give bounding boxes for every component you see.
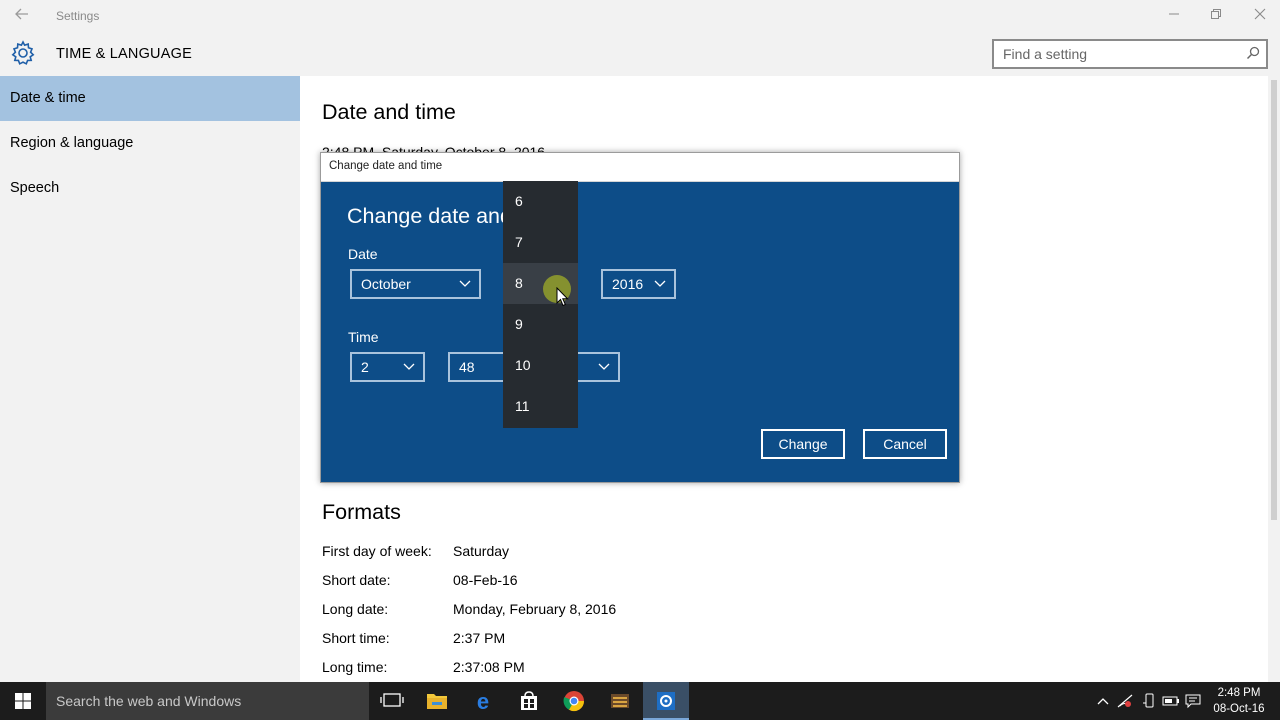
day-option[interactable]: 11 bbox=[503, 386, 578, 427]
action-center-icon[interactable] bbox=[1184, 693, 1202, 709]
format-value: 2:37:08 PM bbox=[453, 659, 525, 675]
search-input[interactable] bbox=[994, 41, 1234, 67]
day-option[interactable]: 10 bbox=[503, 345, 578, 386]
chevron-down-icon bbox=[598, 363, 610, 370]
edge-icon[interactable]: e bbox=[460, 682, 506, 720]
sidebar-item-region-language[interactable]: Region & language bbox=[0, 121, 300, 166]
format-label: Long time: bbox=[322, 659, 388, 675]
battery-icon[interactable] bbox=[1162, 693, 1180, 709]
window-title: Settings bbox=[56, 9, 100, 23]
device-icon[interactable] bbox=[1140, 693, 1158, 709]
hour-select[interactable]: 2 bbox=[350, 352, 425, 382]
day-option[interactable]: 7 bbox=[503, 222, 578, 263]
taskbar-clock[interactable]: 2:48 PM 08-Oct-16 bbox=[1210, 685, 1268, 717]
main-scrollbar[interactable] bbox=[1268, 76, 1280, 682]
cancel-button[interactable]: Cancel bbox=[863, 429, 947, 459]
title-bar: Settings bbox=[0, 0, 1280, 32]
clock-date: 08-Oct-16 bbox=[1213, 703, 1265, 715]
app-icon[interactable] bbox=[597, 682, 643, 720]
format-value: Monday, February 8, 2016 bbox=[453, 601, 617, 617]
find-setting-search[interactable] bbox=[992, 39, 1268, 69]
year-select[interactable]: 2016 bbox=[601, 269, 676, 299]
chevron-down-icon bbox=[654, 280, 666, 287]
taskbar: Search the web and Windows e 2:48 PM 08-… bbox=[0, 682, 1280, 720]
gear-icon bbox=[10, 40, 36, 66]
dialog-title-bar: Change date and time bbox=[321, 153, 959, 182]
change-button[interactable]: Change bbox=[761, 429, 845, 459]
page-section-title: TIME & LANGUAGE bbox=[56, 46, 192, 62]
svg-text:e: e bbox=[477, 689, 489, 714]
file-explorer-icon[interactable] bbox=[414, 682, 460, 720]
dialog-body: Change date and time Date October 2016 T… bbox=[321, 182, 959, 482]
format-value: 2:37 PM bbox=[453, 630, 506, 646]
page-title: Date and time bbox=[322, 100, 456, 124]
scroll-thumb[interactable] bbox=[1271, 80, 1277, 520]
task-view-icon[interactable] bbox=[369, 682, 415, 720]
year-value: 2016 bbox=[612, 276, 644, 292]
restore-icon[interactable] bbox=[1196, 4, 1236, 28]
time-label: Time bbox=[348, 329, 379, 345]
clock-time: 2:48 PM bbox=[1217, 687, 1261, 699]
chevron-up-icon[interactable] bbox=[1094, 693, 1112, 709]
network-icon[interactable] bbox=[1116, 693, 1134, 709]
dialog-title: Change date and time bbox=[329, 160, 443, 172]
sidebar-item-speech[interactable]: Speech bbox=[0, 166, 300, 211]
format-label: First day of week: bbox=[322, 543, 432, 559]
store-icon[interactable] bbox=[506, 682, 552, 720]
chevron-down-icon bbox=[403, 363, 415, 370]
formats-heading: Formats bbox=[322, 500, 401, 524]
format-label: Short time: bbox=[322, 630, 390, 646]
format-value: Saturday bbox=[453, 543, 510, 559]
search-icon[interactable] bbox=[1246, 46, 1260, 60]
hour-value: 2 bbox=[361, 359, 369, 375]
settings-header: TIME & LANGUAGE bbox=[0, 32, 1280, 76]
change-date-time-dialog: Change date and time Change date and tim… bbox=[320, 152, 960, 483]
sidebar-item-date-time[interactable]: Date & time bbox=[0, 76, 300, 121]
day-option[interactable]: 6 bbox=[503, 181, 578, 222]
month-select[interactable]: October bbox=[350, 269, 481, 299]
windows-logo-icon bbox=[15, 693, 31, 709]
chevron-down-icon bbox=[459, 280, 471, 287]
back-arrow-icon[interactable] bbox=[8, 4, 36, 28]
taskbar-search-box[interactable]: Search the web and Windows bbox=[46, 682, 369, 720]
minimize-icon[interactable] bbox=[1154, 4, 1194, 28]
format-label: Long date: bbox=[322, 601, 389, 617]
mouse-cursor-icon bbox=[556, 287, 569, 307]
format-label: Short date: bbox=[322, 572, 391, 588]
sidebar: Date & time Region & language Speech bbox=[0, 76, 300, 682]
date-label: Date bbox=[348, 246, 378, 262]
settings-icon[interactable] bbox=[643, 682, 689, 720]
start-button[interactable] bbox=[0, 682, 46, 720]
minute-value: 48 bbox=[459, 359, 475, 375]
month-value: October bbox=[361, 276, 411, 292]
close-icon[interactable] bbox=[1240, 4, 1280, 28]
day-option[interactable]: 9 bbox=[503, 304, 578, 345]
format-value: 08-Feb-16 bbox=[453, 572, 518, 588]
chrome-icon[interactable] bbox=[551, 682, 597, 720]
